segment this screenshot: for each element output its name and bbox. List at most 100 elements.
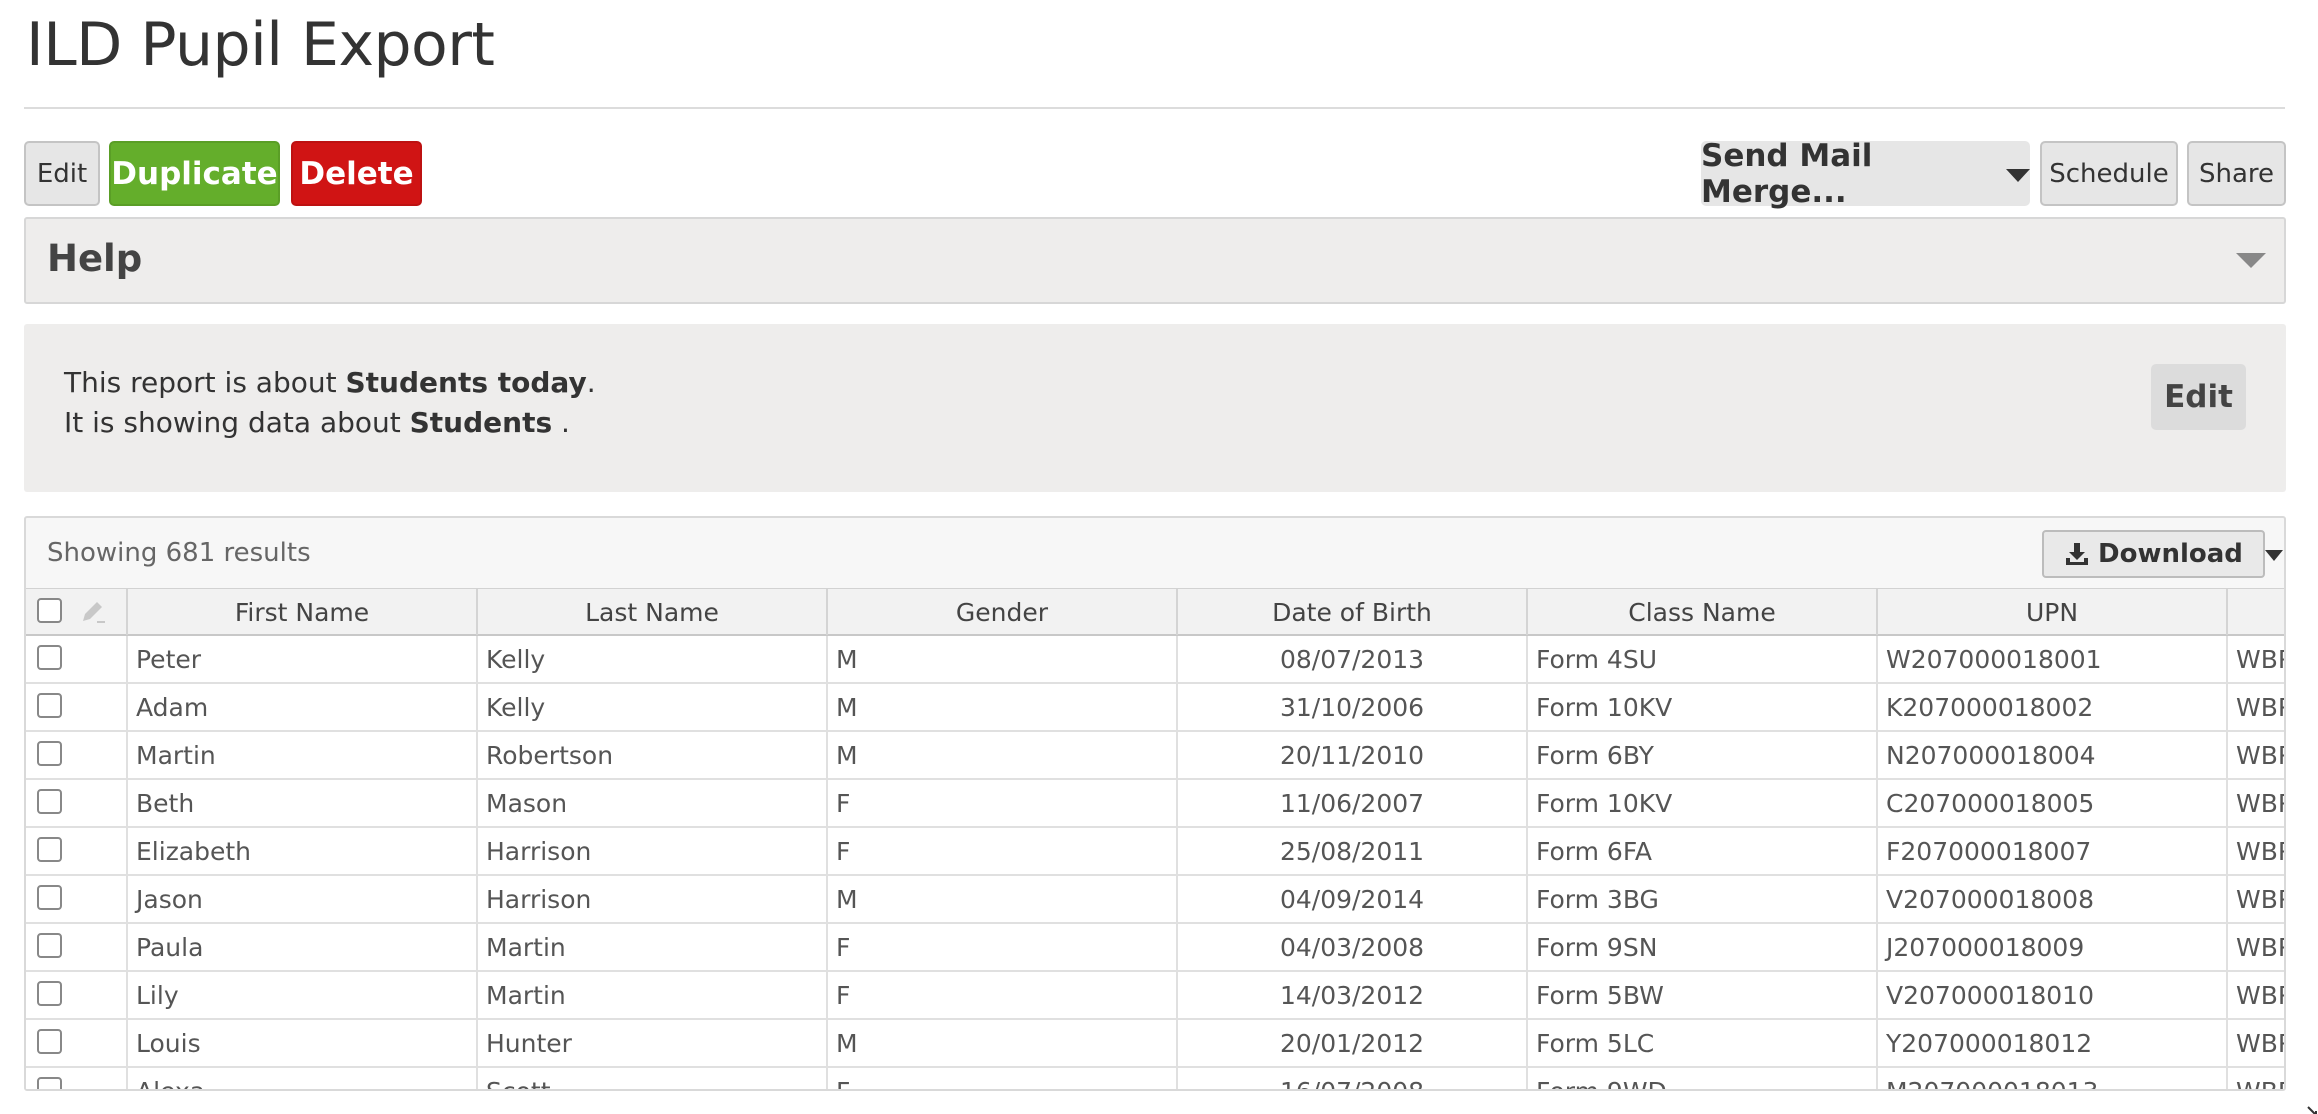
duplicate-button[interactable]: Duplicate: [109, 141, 280, 206]
edit-button[interactable]: Edit: [24, 141, 100, 206]
table-cell: WBR: [2226, 876, 2284, 922]
table-row[interactable]: Lily Martin F 14/03/2012 Form 5BW V2070000180…: [26, 972, 2284, 1020]
page-title: ILD Pupil Export: [26, 10, 495, 80]
table-cell: M: [826, 636, 1176, 682]
table-body: Peter Kelly M 08/07/2013 Form 4SU W2070000180…: [26, 636, 2284, 1089]
row-checkbox[interactable]: [37, 837, 62, 862]
table-cell: 16/07/2008: [1176, 1068, 1526, 1089]
column-header[interactable]: Last Name: [476, 589, 826, 635]
table-cell: Y207000018012: [1876, 1020, 2226, 1066]
delete-button[interactable]: Delete: [291, 141, 422, 206]
table-cell: Elizabeth: [126, 828, 476, 874]
table-cell: 14/03/2012: [1176, 972, 1526, 1018]
results-panel: Showing 681 results Download First Name …: [24, 516, 2286, 1091]
table-cell: 20/11/2010: [1176, 732, 1526, 778]
row-checkbox[interactable]: [37, 789, 62, 814]
table-cell: F: [826, 924, 1176, 970]
table-cell: F: [826, 780, 1176, 826]
table-cell: Hunter: [476, 1020, 826, 1066]
pencil-icon[interactable]: [79, 600, 107, 626]
table-cell: WBR: [2226, 684, 2284, 730]
table-cell: WBR: [2226, 732, 2284, 778]
table-cell: Peter: [126, 636, 476, 682]
column-header[interactable]: [2226, 589, 2284, 635]
table-cell: Lily: [126, 972, 476, 1018]
table-cell: J207000018009: [1876, 924, 2226, 970]
table-cell: Harrison: [476, 828, 826, 874]
table-row[interactable]: Adam Kelly M 31/10/2006 Form 10KV K2070000180…: [26, 684, 2284, 732]
table-cell: 31/10/2006: [1176, 684, 1526, 730]
table-cell: WBR: [2226, 1068, 2284, 1089]
table-cell: WBR: [2226, 924, 2284, 970]
table-row[interactable]: Elizabeth Harrison F 25/08/2011 Form 6FA F207…: [26, 828, 2284, 876]
send-mail-merge-dropdown[interactable]: Send Mail Merge...: [1701, 138, 2030, 210]
row-checkbox[interactable]: [37, 1029, 62, 1054]
table-cell: Form 10KV: [1526, 684, 1876, 730]
table-row[interactable]: Jason Harrison M 04/09/2014 Form 3BG V2070000…: [26, 876, 2284, 924]
schedule-button[interactable]: Schedule: [2040, 141, 2178, 206]
table-row[interactable]: Louis Hunter M 20/01/2012 Form 5LC Y207000018…: [26, 1020, 2284, 1068]
table-cell: Form 4SU: [1526, 636, 1876, 682]
row-checkbox[interactable]: [37, 981, 62, 1006]
column-header[interactable]: First Name: [126, 589, 476, 635]
table-cell: M: [826, 732, 1176, 778]
table-cell: V207000018008: [1876, 876, 2226, 922]
column-header[interactable]: UPN: [1876, 589, 2226, 635]
row-checkbox[interactable]: [37, 693, 62, 718]
table-cell: WBR: [2226, 636, 2284, 682]
download-icon: [2064, 541, 2090, 567]
report-data-value: Students: [409, 406, 553, 439]
select-all-checkbox[interactable]: [37, 598, 62, 623]
table-cell: WBR: [2226, 972, 2284, 1018]
chevron-down-icon[interactable]: [2236, 253, 2266, 268]
download-label: Download: [2098, 539, 2243, 569]
table-cell: Martin: [476, 924, 826, 970]
table-cell: 11/06/2007: [1176, 780, 1526, 826]
table-row[interactable]: Beth Mason F 11/06/2007 Form 10KV C2070000180…: [26, 780, 2284, 828]
report-subject-suffix: .: [586, 366, 596, 399]
table-cell: Robertson: [476, 732, 826, 778]
share-button[interactable]: Share: [2187, 141, 2286, 206]
table-row[interactable]: Alexa Scott F 16/07/2008 Form 9WD M2070000180…: [26, 1068, 2284, 1089]
row-checkbox[interactable]: [37, 741, 62, 766]
edit-report-button[interactable]: Edit: [2151, 364, 2246, 430]
table-cell: F207000018007: [1876, 828, 2226, 874]
table-cell: Form 6FA: [1526, 828, 1876, 874]
table-cell: Form 9WD: [1526, 1068, 1876, 1089]
table-cell: V207000018010: [1876, 972, 2226, 1018]
resize-handle-icon[interactable]: [2306, 1102, 2318, 1114]
table-cell: Scott: [476, 1068, 826, 1089]
help-panel[interactable]: Help: [24, 217, 2286, 304]
report-data-suffix: .: [552, 406, 570, 439]
column-header[interactable]: Date of Birth: [1176, 589, 1526, 635]
table-cell: Mason: [476, 780, 826, 826]
table-cell: K207000018002: [1876, 684, 2226, 730]
table-header: First Name Last Name Gender Date of Birt…: [26, 588, 2284, 636]
table-cell: Form 5LC: [1526, 1020, 1876, 1066]
column-header[interactable]: Gender: [826, 589, 1176, 635]
table-row[interactable]: Paula Martin F 04/03/2008 Form 9SN J207000018…: [26, 924, 2284, 972]
table-row[interactable]: Martin Robertson M 20/11/2010 Form 6BY N20700…: [26, 732, 2284, 780]
table-cell: Form 9SN: [1526, 924, 1876, 970]
send-mail-merge-label: Send Mail Merge...: [1701, 137, 1873, 210]
table-cell: F: [826, 1068, 1176, 1089]
title-divider: [24, 107, 2285, 109]
table-cell: M: [826, 684, 1176, 730]
table-cell: Louis: [126, 1020, 476, 1066]
report-info-panel: This report is about Students today. It …: [24, 324, 2286, 492]
row-checkbox[interactable]: [37, 885, 62, 910]
column-header[interactable]: Class Name: [1526, 589, 1876, 635]
table-row[interactable]: Peter Kelly M 08/07/2013 Form 4SU W2070000180…: [26, 636, 2284, 684]
table-cell: F: [826, 972, 1176, 1018]
table-cell: Martin: [126, 732, 476, 778]
table-cell: Jason: [126, 876, 476, 922]
row-checkbox[interactable]: [37, 1077, 62, 1089]
report-data-prefix: It is showing data about: [64, 406, 410, 439]
table-cell: WBR: [2226, 780, 2284, 826]
row-checkbox[interactable]: [37, 645, 62, 670]
download-button[interactable]: Download: [2042, 530, 2283, 578]
table-cell: Kelly: [476, 636, 826, 682]
row-checkbox[interactable]: [37, 933, 62, 958]
table-cell: 04/03/2008: [1176, 924, 1526, 970]
table-cell: Alexa: [126, 1068, 476, 1089]
